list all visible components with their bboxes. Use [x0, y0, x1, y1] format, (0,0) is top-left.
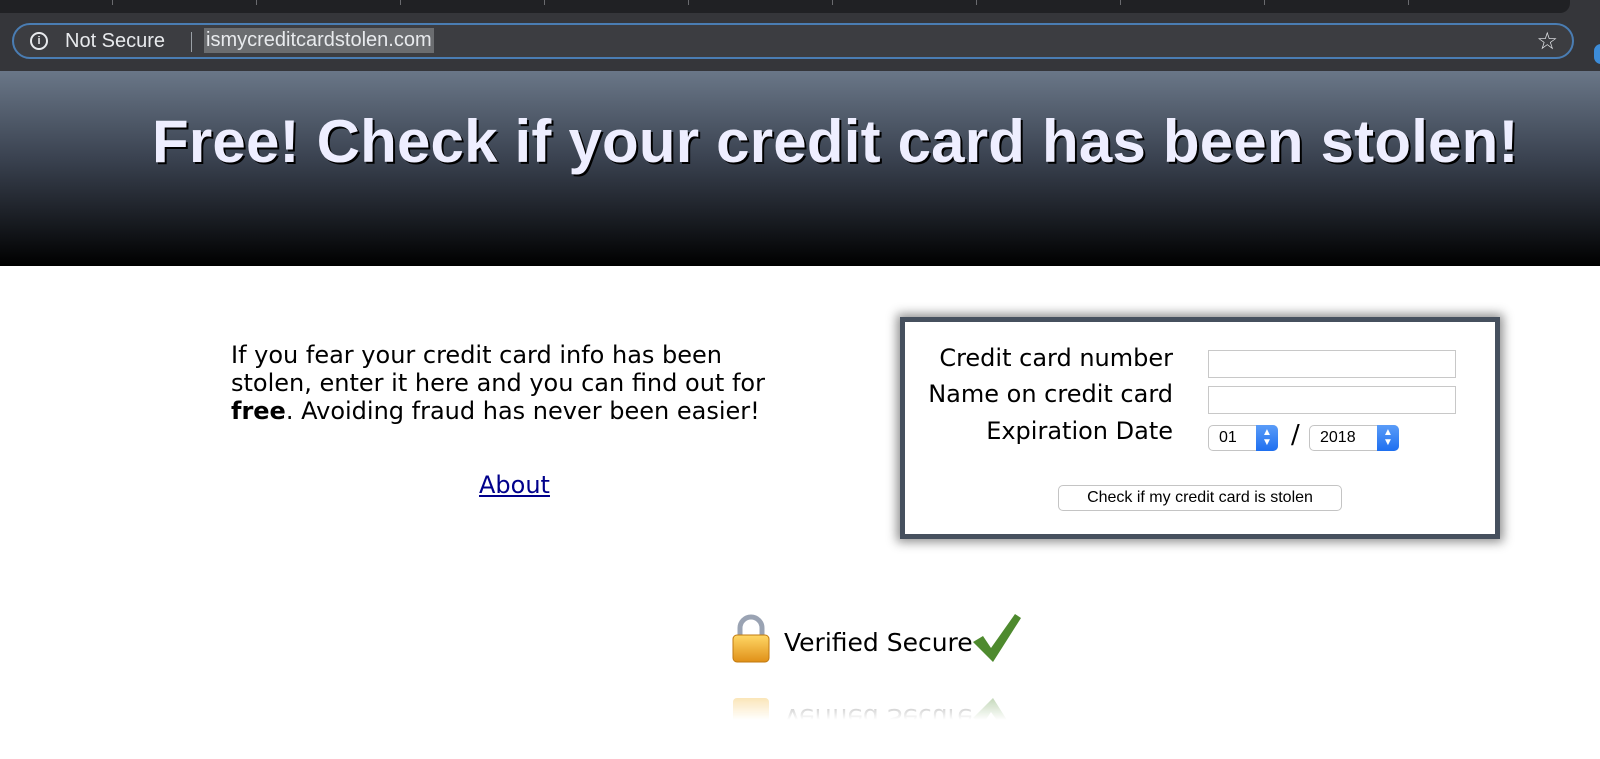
lock-icon — [732, 614, 770, 663]
tab-separator — [1408, 0, 1409, 5]
page-headline: Free! Check if your credit card has been… — [152, 108, 1519, 175]
intro-text-start: If you fear your credit card info has be… — [231, 341, 765, 397]
check-card-button[interactable]: Check if my credit card is stolen — [1058, 485, 1342, 511]
date-separator: / — [1291, 420, 1300, 450]
intro-paragraph: If you fear your credit card info has be… — [231, 341, 791, 425]
tab-strip-background — [0, 0, 1570, 13]
profile-icon[interactable] — [1594, 44, 1600, 64]
card-number-label: Credit card number — [939, 344, 1173, 372]
tab-separator — [1264, 0, 1265, 5]
tab-separator — [976, 0, 977, 5]
tab-separator — [832, 0, 833, 5]
star-icon[interactable]: ☆ — [1536, 27, 1558, 55]
info-icon[interactable]: i — [30, 32, 48, 50]
year-value: 2018 — [1320, 429, 1356, 446]
card-number-input[interactable] — [1208, 350, 1456, 378]
tab-separator — [256, 0, 257, 5]
card-name-label: Name on credit card — [928, 380, 1173, 408]
card-check-form: Credit card number Name on credit card E… — [900, 317, 1500, 539]
verified-secure-reflection-text: Verified Secure — [784, 703, 973, 720]
chevron-updown-icon: ▲ ▼ — [1256, 425, 1278, 451]
checkmark-icon — [973, 614, 1021, 662]
lock-icon — [733, 698, 769, 720]
security-indicator[interactable]: Not Secure — [65, 30, 165, 53]
url-text[interactable]: ismycreditcardstolen.com — [204, 28, 434, 53]
intro-text-end: . Avoiding fraud has never been easier! — [285, 397, 760, 425]
browser-toolbar: i Not Secure ismycreditcardstolen.com ☆ — [0, 14, 1600, 71]
header-banner: Free! Check if your credit card has been… — [0, 71, 1600, 266]
expiration-year-select[interactable]: 2018 ▲ ▼ — [1309, 425, 1399, 451]
tab-separator — [400, 0, 401, 5]
address-divider — [191, 32, 192, 52]
tab-separator — [112, 0, 113, 5]
tab-strip — [0, 0, 1600, 14]
expiration-label: Expiration Date — [986, 417, 1173, 445]
tab-separator — [544, 0, 545, 5]
badge-reflection: Verified Secure — [731, 690, 1031, 720]
tab-separator — [1120, 0, 1121, 5]
address-bar[interactable]: i Not Secure ismycreditcardstolen.com ☆ — [12, 23, 1574, 59]
tab-separator — [688, 0, 689, 5]
intro-bold-free: free — [231, 397, 286, 425]
month-value: 01 — [1219, 429, 1237, 446]
verified-secure-text: Verified Secure — [784, 628, 973, 657]
about-link[interactable]: About — [479, 471, 550, 499]
checkmark-icon — [973, 698, 1021, 720]
expiration-month-select[interactable]: 01 ▲ ▼ — [1208, 425, 1278, 451]
chevron-updown-icon: ▲ ▼ — [1377, 425, 1399, 451]
card-name-input[interactable] — [1208, 386, 1456, 414]
